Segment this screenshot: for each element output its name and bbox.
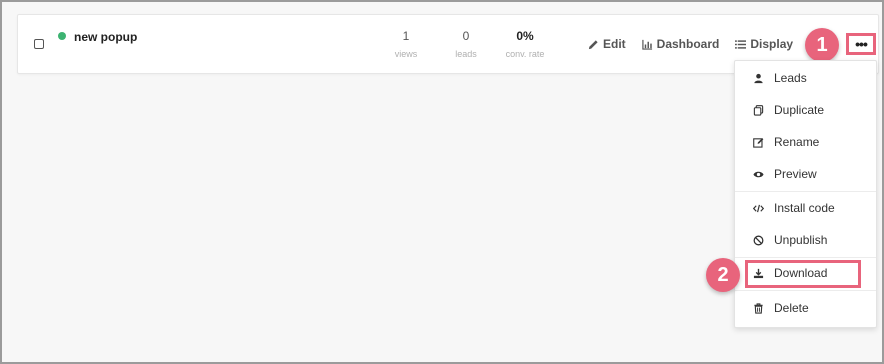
display-label: Display (750, 37, 794, 51)
annotation-step-2: 2 (706, 258, 740, 292)
views-value: 1 (402, 29, 410, 43)
trash-icon (754, 302, 763, 314)
menu-item-delete[interactable]: Delete (735, 294, 876, 322)
leads-label: leads (455, 49, 477, 59)
menu-divider (735, 290, 876, 291)
display-button[interactable]: Display (735, 37, 793, 51)
menu-item-preview[interactable]: Preview (735, 160, 876, 188)
bar-chart-icon (641, 39, 652, 50)
conv-rate-label: conv. rate (505, 49, 545, 59)
views-label: views (394, 49, 418, 59)
annotation-step-1: 1 (805, 28, 839, 62)
menu-divider (735, 191, 876, 192)
edit-icon (753, 137, 764, 148)
stat-conv-rate: 0% conv. rate (495, 29, 555, 59)
dashboard-button[interactable]: Dashboard (641, 37, 720, 51)
menu-label-preview: Preview (774, 167, 817, 181)
stat-views: 1 views (376, 29, 436, 59)
edit-label: Edit (603, 37, 626, 51)
menu-item-leads[interactable]: Leads (735, 64, 876, 92)
eye-icon (753, 171, 764, 177)
row-checkbox[interactable] (34, 39, 44, 49)
menu-label-install-code: Install code (774, 201, 835, 215)
pencil-icon (588, 39, 598, 49)
code-icon (753, 204, 764, 212)
ellipsis-icon: ••• (855, 36, 868, 52)
conv-rate-value: 0% (516, 29, 534, 43)
user-icon (754, 73, 763, 83)
popup-name[interactable]: new popup (74, 30, 137, 44)
menu-item-rename[interactable]: Rename (735, 128, 876, 156)
dashboard-label: Dashboard (656, 37, 720, 51)
menu-item-unpublish[interactable]: Unpublish (735, 226, 876, 254)
list-icon (735, 39, 747, 49)
menu-label-leads: Leads (774, 71, 807, 85)
menu-item-install-code[interactable]: Install code (735, 194, 876, 222)
ban-icon (753, 235, 764, 245)
menu-label-rename: Rename (774, 135, 820, 149)
menu-divider (735, 257, 876, 258)
leads-value: 0 (462, 29, 470, 43)
more-options-button[interactable]: ••• (846, 33, 876, 55)
edit-button[interactable]: Edit (588, 37, 626, 51)
status-dot (58, 32, 66, 40)
copy-icon (753, 104, 764, 116)
stat-leads: 0 leads (436, 29, 496, 59)
menu-item-duplicate[interactable]: Duplicate (735, 96, 876, 124)
menu-label-duplicate: Duplicate (774, 103, 825, 117)
menu-label-delete: Delete (774, 301, 809, 315)
row-actions: Edit Dashboard Display (588, 37, 793, 51)
download-highlight-box (745, 260, 861, 288)
menu-label-unpublish: Unpublish (774, 233, 828, 247)
